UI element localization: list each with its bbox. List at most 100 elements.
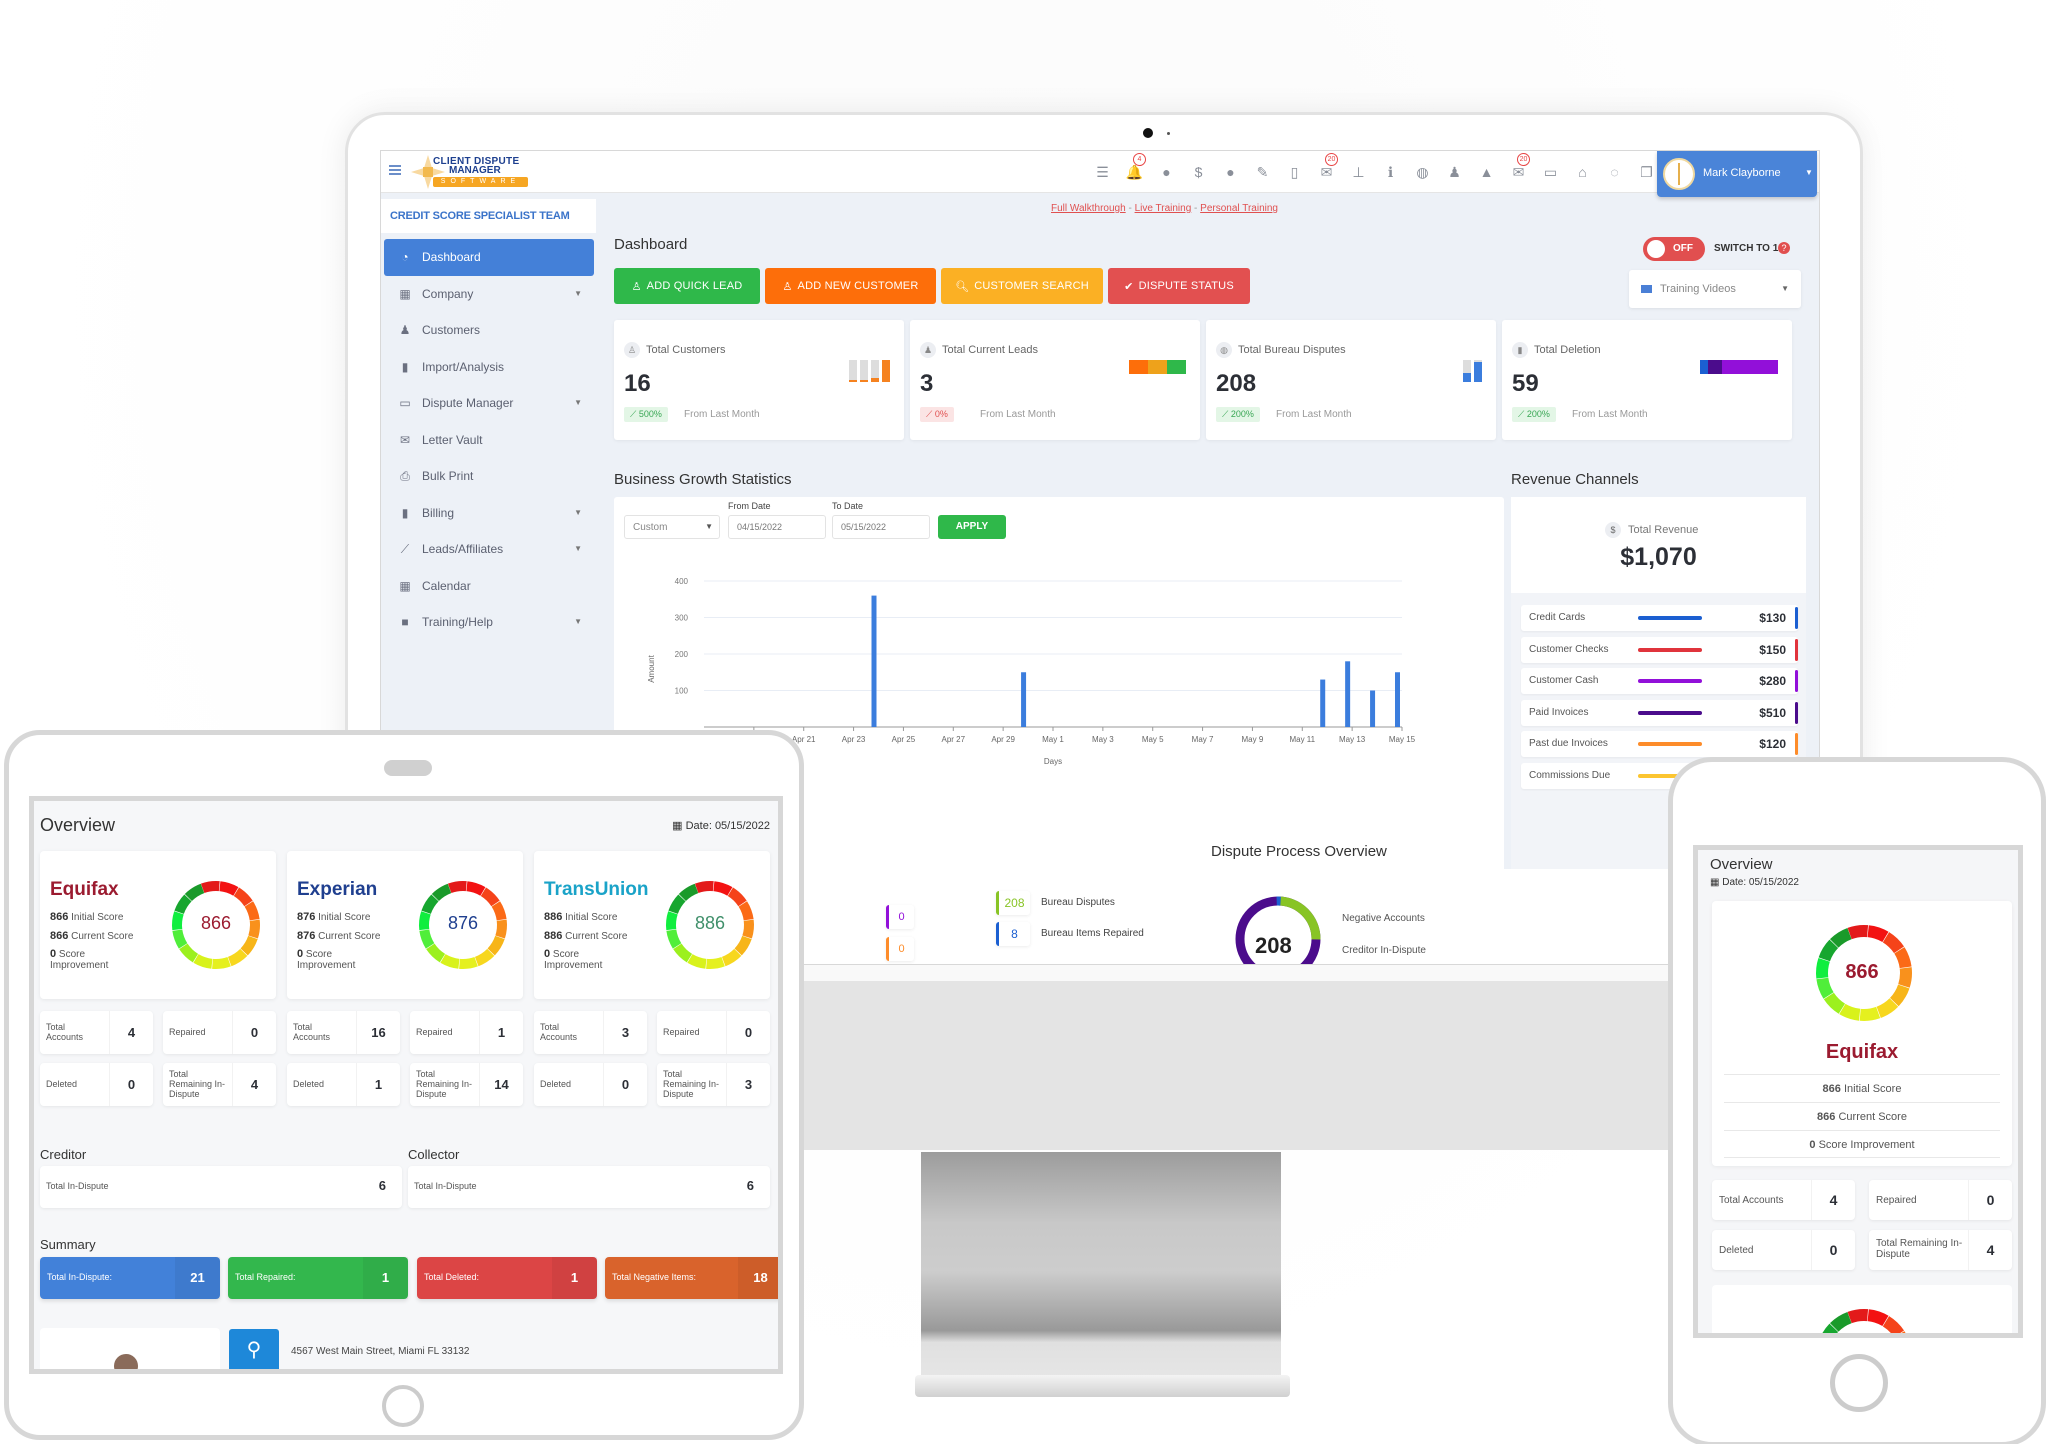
add-new-customer-button[interactable]: ♙ ADD NEW CUSTOMER	[765, 268, 936, 304]
help-icon[interactable]: ?	[1778, 242, 1790, 254]
sidebar-item-label: Training/Help	[422, 615, 493, 630]
add-quick-lead-button[interactable]: ♙ ADD QUICK LEAD	[614, 268, 760, 304]
to-date-label: To Date	[832, 501, 864, 511]
sidebar-item-dispute-manager[interactable]: ▭ Dispute Manager ▼	[384, 385, 594, 422]
stat-change-value: 500%	[638, 409, 662, 419]
link-live-training[interactable]: Live Training	[1135, 203, 1192, 214]
range-select[interactable]: Custom ▼	[624, 515, 720, 539]
version-toggle[interactable]: OFF	[1643, 237, 1705, 261]
sidebar-item-customers[interactable]: ♟ Customers	[384, 312, 594, 349]
bell-icon[interactable]: 🔔 4	[1125, 153, 1146, 182]
score-improvement: 0 Score Improvement	[50, 949, 140, 972]
envelope-icon[interactable]: ✉ 20	[1317, 153, 1338, 182]
money-bill-icon[interactable]: ▭	[1541, 163, 1560, 182]
chat-icon[interactable]: ◌	[1605, 163, 1624, 182]
profile-photo	[114, 1354, 138, 1369]
sidebar-item-letter-vault[interactable]: ✉ Letter Vault	[384, 422, 594, 459]
trend-icon: ⟋	[1518, 409, 1527, 419]
inbox-icon[interactable]: ⌂	[1573, 163, 1592, 182]
support-agent-icon[interactable]: ●	[1157, 163, 1176, 182]
bar-apr-30[interactable]	[1021, 672, 1027, 727]
summary-label: Total Repaired:	[235, 1272, 296, 1282]
sidebar-item-billing[interactable]: ▮ Billing ▼	[384, 495, 594, 532]
spark-bar	[1463, 360, 1471, 382]
user-tie-icon[interactable]: ●	[1221, 163, 1240, 182]
customer-search-button[interactable]: 🔍︎ CUSTOMER SEARCH	[941, 268, 1103, 304]
bar-may-15[interactable]	[1395, 672, 1400, 727]
to-date-input[interactable]: 05/15/2022	[832, 515, 930, 539]
app-logo[interactable]: CLIENT DISPUTE MANAGER SOFTWARE	[411, 155, 541, 189]
bureau-name: TransUnion	[544, 879, 649, 900]
sidebar-item-company[interactable]: ▦ Company ▼	[384, 276, 594, 313]
apply-button[interactable]: APPLY	[938, 515, 1006, 539]
dollar-icon[interactable]: $	[1189, 163, 1208, 182]
chevron-down-icon: ▼	[1805, 168, 1813, 177]
initial-score-label: Initial Score	[565, 912, 618, 923]
user-icon: ♙	[631, 280, 642, 293]
bureau-dispute-total: 208	[1255, 933, 1292, 958]
metric-total-accounts: Total Accounts 4	[40, 1011, 153, 1054]
x-tick-label: Apr 29	[991, 735, 1015, 744]
users-icon[interactable]: ♟	[1445, 163, 1464, 182]
channel-color-edge	[1795, 607, 1798, 629]
stat-value: 59	[1512, 370, 1539, 397]
metric-value: 1	[479, 1011, 523, 1054]
pen-icon[interactable]: ✎	[1253, 163, 1272, 182]
bar-may-12[interactable]	[1320, 679, 1326, 727]
sidebar-item-training-help[interactable]: ■ Training/Help ▼	[384, 604, 594, 641]
link-full-walkthrough[interactable]: Full Walkthrough	[1051, 203, 1126, 214]
bureau-card-transunion: TransUnion 886 Initial Score 886 Current S…	[534, 851, 770, 999]
sidebar-item-dashboard[interactable]: ◔ Dashboard	[384, 239, 594, 276]
metric-total-remaining-in-dispute: Total Remaining In-Dispute 3	[657, 1063, 770, 1106]
bureau-items-repaired-value: 8	[996, 922, 1030, 946]
sidebar-item-label: Dashboard	[422, 250, 481, 265]
sidebar-item-leads-affiliates[interactable]: ⟋ Leads/Affiliates ▼	[384, 531, 594, 568]
hamburger-menu-icon[interactable]	[389, 165, 401, 175]
creditor-card: Total In-Dispute 6	[40, 1166, 402, 1208]
training-videos-select[interactable]: Training Videos ▼	[1629, 270, 1801, 308]
mail-notice-icon[interactable]: ✉ 20	[1509, 153, 1530, 182]
tablet-home-button[interactable]	[382, 1385, 424, 1427]
globe-icon[interactable]: ◍	[1413, 163, 1432, 182]
y-tick-label: 100	[675, 687, 689, 696]
from-date-input[interactable]: 04/15/2022	[728, 515, 826, 539]
document-icon[interactable]: ▯	[1285, 163, 1304, 182]
stat-value: 208	[1216, 370, 1257, 397]
revenue-channel-customer-cash: Customer Cash $280	[1521, 668, 1798, 694]
chevron-down-icon: ▼	[574, 617, 582, 626]
sidebar-item-label: Calendar	[422, 578, 471, 593]
bar-apr-24[interactable]	[871, 595, 877, 727]
channel-name: Customer Checks	[1529, 643, 1609, 655]
sitemap-icon[interactable]: ⊥	[1349, 163, 1368, 182]
warning-icon[interactable]: ▲	[1477, 163, 1496, 182]
link-separator: -	[1191, 203, 1201, 214]
task-list-icon[interactable]: ☰	[1093, 163, 1112, 182]
total-revenue-label: Total Revenue	[1628, 524, 1699, 536]
sidebar-item-import-analysis[interactable]: ▮ Import/Analysis	[384, 349, 594, 386]
sidebar-item-calendar[interactable]: ▦ Calendar	[384, 568, 594, 605]
metric-value: 16	[356, 1011, 400, 1054]
user-icon: ♙	[782, 280, 793, 293]
summary-total-in-dispute: Total In-Dispute: 21	[40, 1257, 220, 1299]
info-icon[interactable]: ℹ	[1381, 163, 1400, 182]
current-score-label: Current Score	[565, 931, 628, 942]
phone-next-donut	[1816, 1309, 1912, 1333]
copy-icon[interactable]: ❐	[1637, 163, 1656, 182]
current-score-value: 886	[544, 930, 563, 942]
spark-bar-fill	[1463, 373, 1471, 382]
phone-home-button[interactable]	[1830, 1354, 1888, 1412]
user-menu[interactable]: Mark Clayborne ▼	[1657, 151, 1817, 197]
x-tick-label: May 1	[1042, 735, 1064, 744]
channel-color-line	[1638, 710, 1702, 715]
metric-value: 0	[1968, 1180, 2012, 1220]
bureau-items-repaired-label: Bureau Items Repaired	[1041, 928, 1144, 939]
bar-may-14[interactable]	[1370, 690, 1376, 728]
bar-may-13[interactable]	[1345, 661, 1351, 727]
stat-change-value: 0%	[934, 409, 948, 419]
sidebar-item-bulk-print[interactable]: ⎙ Bulk Print	[384, 458, 594, 495]
dispute-status-button[interactable]: ✔ DISPUTE STATUS	[1108, 268, 1250, 304]
overview-title: Overview	[40, 815, 116, 835]
spark-segment	[1129, 360, 1148, 374]
link-personal-training[interactable]: Personal Training	[1200, 203, 1278, 214]
bureau-name: Experian	[297, 879, 378, 900]
